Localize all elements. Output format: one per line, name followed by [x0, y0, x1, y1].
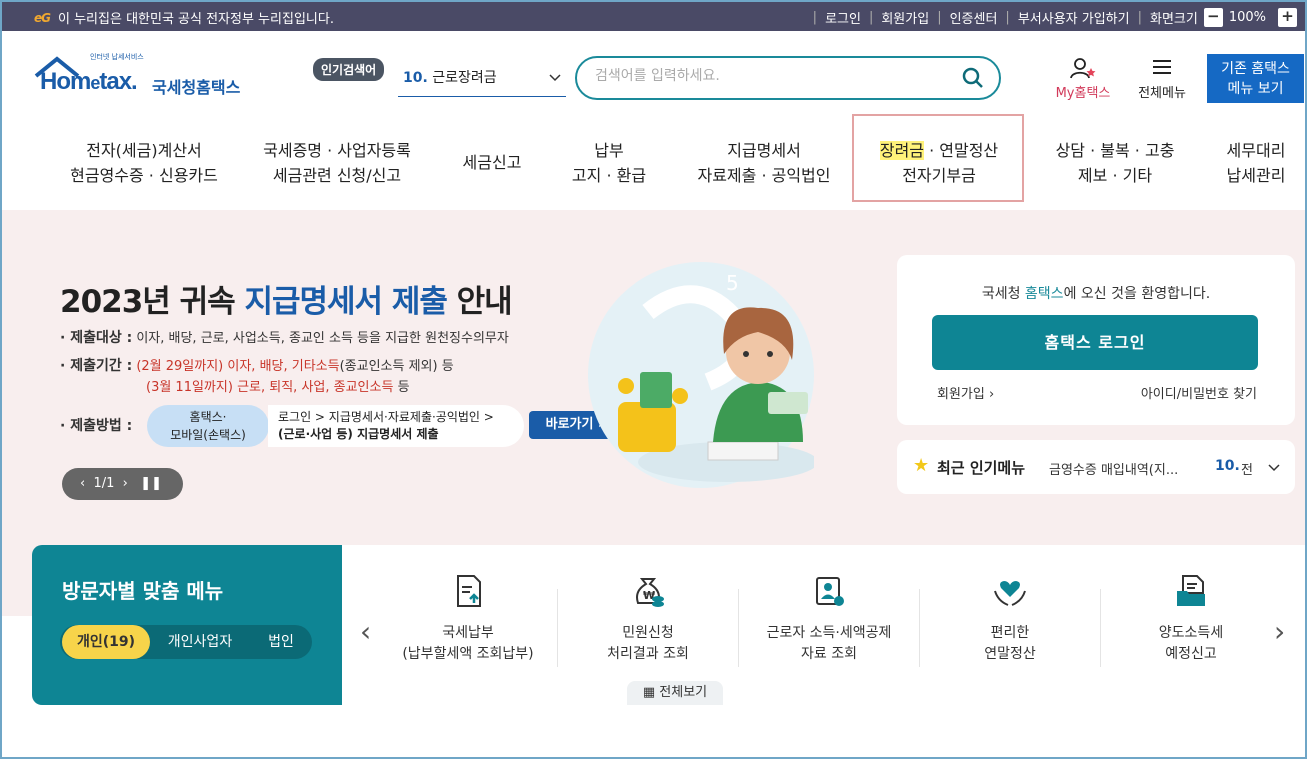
- zoom-out-button[interactable]: −: [1203, 8, 1223, 27]
- nav-payment[interactable]: 납부 고지 · 환급: [560, 138, 658, 188]
- grid-icon: ▦: [642, 685, 656, 700]
- gov-notice-text: 이 누리집은 대한민국 공식 전자정부 누리집입니다.: [58, 12, 334, 27]
- popular-search-dropdown[interactable]: 10. 근로장려금: [398, 66, 566, 97]
- login-card: 국세청 홈택스에 오신 것을 환영합니다. 홈택스 로그인 회원가입 › 아이디…: [897, 255, 1295, 425]
- service-carousel: ‹ › 국세납부 (납부할세액 조회납부) ₩ 민원신청 처리결과 조회 근로자 소…: [342, 545, 1305, 705]
- service-worker-deduction[interactable]: 근로자 소득·세액공제 자료 조회: [739, 573, 919, 665]
- hometax-login-button[interactable]: 홈택스 로그인: [932, 315, 1258, 370]
- hometax-mobile-pill: 홈택스· 모바일(손택스): [147, 405, 269, 447]
- svg-text:5: 5: [726, 271, 739, 295]
- service-capital-gains-tax[interactable]: 양도소득세 예정신고: [1101, 573, 1281, 665]
- logo-korean: 국세청홈택스: [152, 78, 241, 97]
- service-national-tax-payment[interactable]: 국세납부 (납부할세액 조회납부): [378, 573, 558, 665]
- logo-brand: Hometax.: [40, 68, 138, 95]
- zoom-level: 100%: [1228, 10, 1266, 25]
- gov-top-bar: eG 이 누리집은 대한민국 공식 전자정부 누리집입니다. | 로그인 | 회…: [2, 2, 1305, 31]
- recent-item-2[interactable]: 전: [1241, 459, 1253, 478]
- nav-tax-agent[interactable]: 세무대리 납세관리: [1214, 138, 1298, 188]
- popular-rank: 10.: [403, 70, 428, 86]
- tab-self-employed[interactable]: 개인사업자: [152, 625, 248, 659]
- egov-logo-icon: eG: [34, 10, 51, 25]
- recent-item[interactable]: 금영수증 매입내역(지...: [1049, 459, 1178, 478]
- tab-corporation[interactable]: 법인: [252, 625, 310, 659]
- nav-tax-report[interactable]: 세금신고: [452, 150, 532, 175]
- chevron-right-icon: ›: [988, 387, 995, 402]
- money-bag-icon: ₩: [636, 578, 664, 607]
- document-folder-icon: [1177, 575, 1205, 606]
- banner-pager: ‹ 1/1 › ❚❚: [62, 468, 183, 500]
- visitor-custom-menu: 방문자별 맞춤 메뉴 개인(19) 개인사업자 법인: [32, 545, 342, 705]
- nav-incentive-year-end[interactable]: 장려금 · 연말정산 전자기부금: [860, 138, 1018, 188]
- submit-method-label: · 제출방법 :: [60, 418, 133, 434]
- hamburger-icon: [1153, 60, 1171, 74]
- nav-payment-statement[interactable]: 지급명세서 자료제출 · 공익법인: [686, 138, 842, 188]
- chevron-down-icon[interactable]: [1267, 460, 1281, 474]
- nav-consult[interactable]: 상담 · 불복 · 고충 제보 · 기타: [1040, 138, 1190, 188]
- screen-size-label: 화면크기: [1149, 12, 1198, 27]
- visitor-menu-title: 방문자별 맞춤 메뉴: [62, 579, 224, 603]
- logo-subtitle: 인터넷 납세서비스: [90, 53, 144, 61]
- next-slide-button[interactable]: ›: [123, 476, 128, 491]
- tab-individual[interactable]: 개인(19): [62, 625, 150, 659]
- view-all-button[interactable]: ▦ 전체보기: [627, 681, 723, 705]
- welcome-message: 국세청 홈택스에 오신 것을 환영합니다.: [981, 286, 1211, 302]
- hometax-logo[interactable]: 인터넷 납세서비스 Hometax. 국세청홈택스: [34, 52, 249, 100]
- search-input[interactable]: [595, 68, 945, 84]
- recent-title: 최근 인기메뉴: [937, 459, 1026, 477]
- join-link[interactable]: 회원가입 ›: [937, 383, 994, 402]
- recent-rank: 10.: [1215, 458, 1240, 474]
- join-link[interactable]: 회원가입: [881, 8, 929, 27]
- service-civil-petition[interactable]: ₩ 민원신청 처리결과 조회: [558, 573, 738, 665]
- banner-title: 2023년 귀속 지급명세서 제출 안내: [60, 284, 513, 320]
- find-id-password-link[interactable]: 아이디/비밀번호 찾기: [1141, 383, 1257, 402]
- visitor-type-tabs: 개인(19) 개인사업자 법인: [60, 625, 312, 659]
- slide-counter: 1/1: [93, 476, 115, 491]
- cert-center-link[interactable]: 인증센터: [950, 8, 998, 27]
- heart-hands-icon: [994, 581, 1026, 606]
- popular-search-tag: 인기검색어: [313, 58, 385, 81]
- service-year-end-settlement[interactable]: 편리한 연말정산: [920, 573, 1100, 665]
- highlighted-keyword: 장려금: [879, 141, 925, 160]
- search-icon[interactable]: [961, 66, 985, 90]
- prev-slide-button[interactable]: ‹: [80, 476, 85, 491]
- pause-icon[interactable]: ❚❚: [140, 476, 162, 491]
- my-hometax-button[interactable]: My홈택스: [1046, 56, 1120, 101]
- submit-period-row-2: (3월 11일까지) 근로, 퇴직, 사업, 종교인소득 등: [146, 380, 410, 395]
- submit-target-row: · 제출대상 : 이자, 배당, 근로, 사업소득, 종교인 소득 등을 지급한…: [60, 330, 509, 346]
- chevron-down-icon: [549, 74, 561, 82]
- star-icon: ★: [913, 455, 930, 476]
- user-document-icon: [816, 577, 844, 606]
- banner-illustration: 5: [588, 262, 814, 488]
- recent-popular-menu[interactable]: ★ 최근 인기메뉴 금영수증 매입내역(지... 10. 전: [897, 440, 1295, 494]
- search-box: [575, 56, 1001, 100]
- zoom-in-button[interactable]: +: [1278, 8, 1297, 27]
- dept-user-join-link[interactable]: 부서사용자 가입하기: [1018, 8, 1130, 27]
- old-hometax-menu-button[interactable]: 기존 홈택스 메뉴 보기: [1207, 54, 1304, 103]
- user-star-icon: [1070, 58, 1096, 79]
- submit-path: 로그인 > 지급명세서·자료제출·공익법인 > (근로·사업 등) 지급명세서 제…: [268, 405, 524, 447]
- main-nav: 전자(세금)계산서 현금영수증 · 신용카드 국세증명 · 사업자등록 세금관련 신…: [0, 112, 1307, 208]
- nav-e-invoice[interactable]: 전자(세금)계산서 현금영수증 · 신용카드: [56, 138, 232, 188]
- nav-certificate[interactable]: 국세증명 · 사업자등록 세금관련 신청/신고: [246, 138, 428, 188]
- popular-term: 근로장려금: [432, 70, 497, 86]
- submit-period-row: · 제출기간 : (2월 29일까지) 이자, 배당, 기타소득(종교인소득 제…: [60, 358, 454, 374]
- gov-notice: eG 이 누리집은 대한민국 공식 전자정부 누리집입니다.: [34, 8, 334, 28]
- document-upload-icon: [457, 575, 481, 607]
- login-link[interactable]: 로그인: [825, 8, 861, 27]
- top-links: | 로그인 | 회원가입 | 인증센터 | 부서사용자 가입하기 | 화면크기 …: [805, 8, 1297, 27]
- carousel-prev-button[interactable]: ‹: [360, 615, 371, 648]
- all-menu-button[interactable]: 전체메뉴: [1128, 56, 1196, 101]
